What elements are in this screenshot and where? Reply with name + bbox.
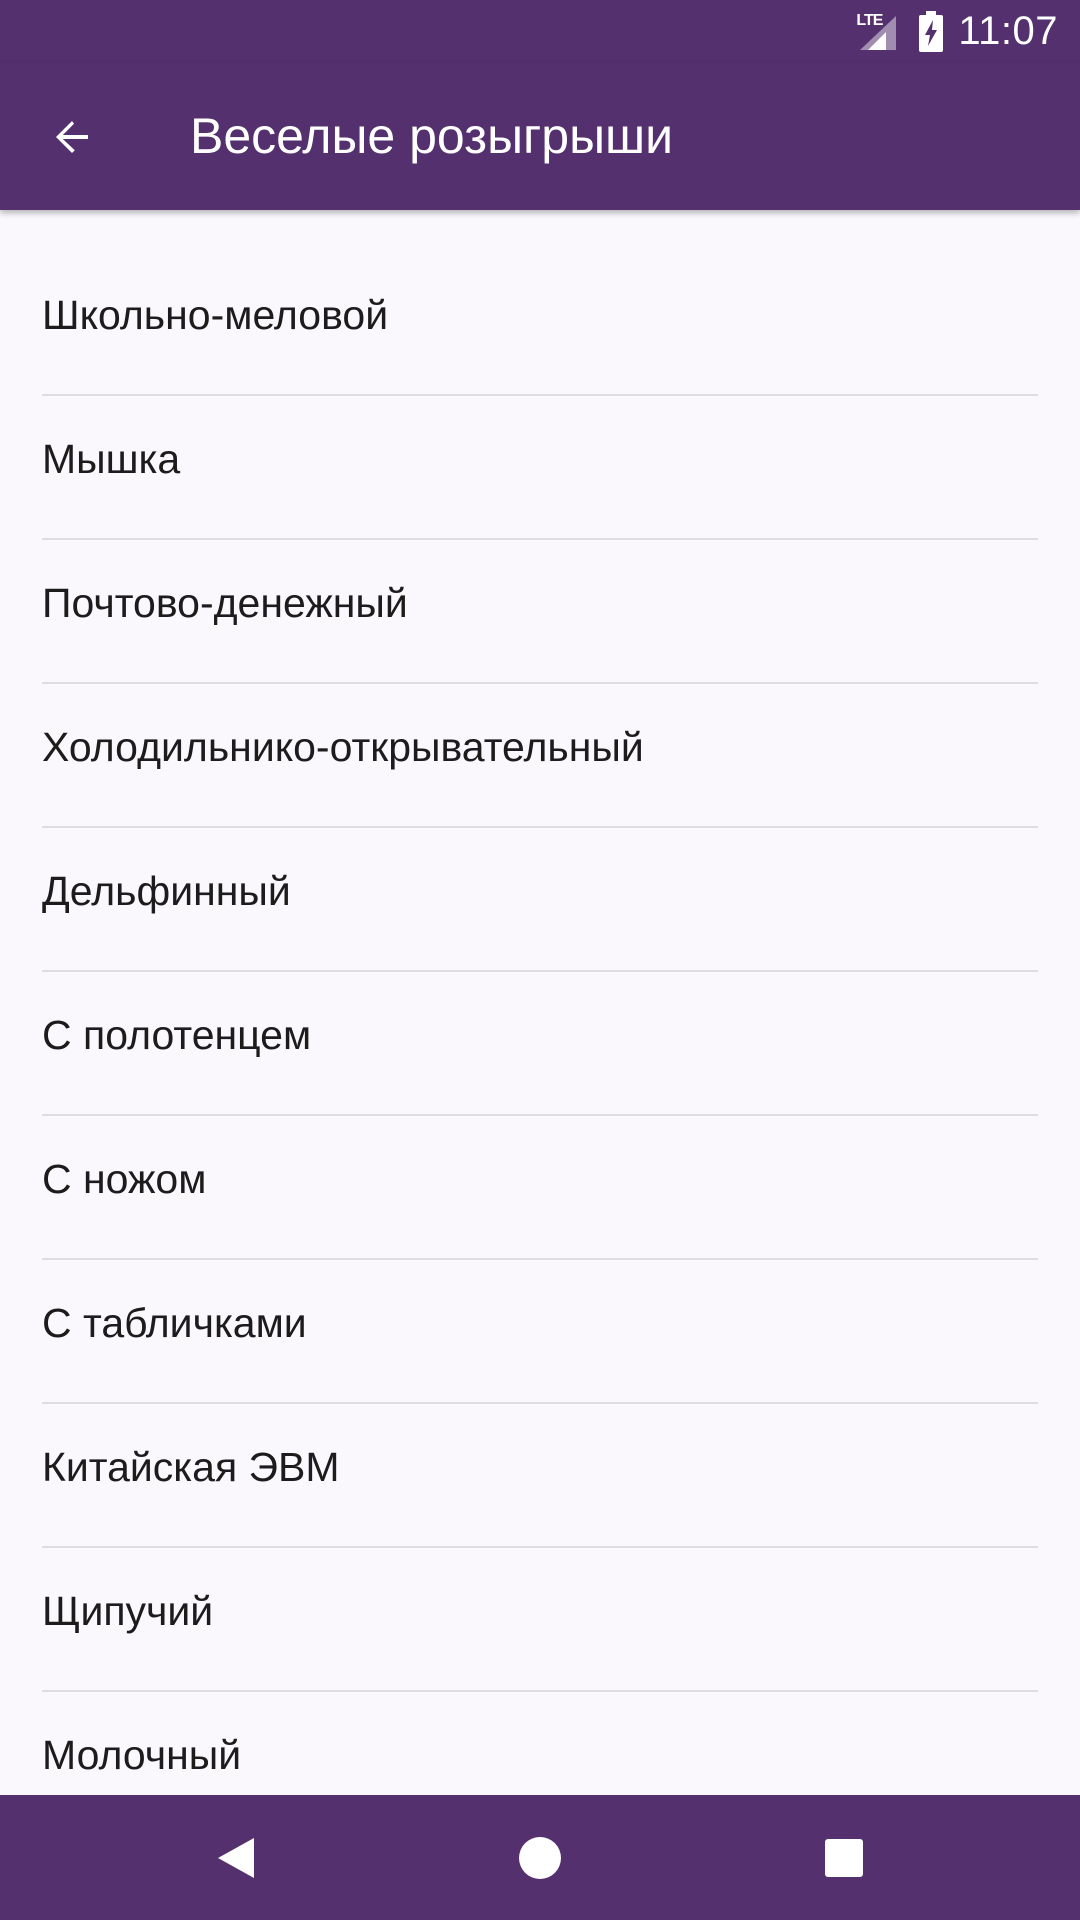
list-item-label: С табличками: [42, 1300, 307, 1346]
list-item-label: С ножом: [42, 1156, 207, 1202]
nav-back-icon: [218, 1837, 254, 1878]
list-item[interactable]: С полотенцем: [42, 972, 1038, 1116]
list-item[interactable]: С табличками: [42, 1260, 1038, 1404]
list-item-label: Мышка: [42, 436, 181, 482]
list-item[interactable]: Школьно-меловой: [42, 210, 1038, 396]
list-item-label: Почтово-денежный: [42, 580, 408, 626]
app-bar: Веселые розыгрыши: [0, 63, 1080, 210]
nav-home-button[interactable]: [480, 1795, 600, 1920]
list-item[interactable]: Мышка: [42, 396, 1038, 540]
status-time: 11:07: [958, 9, 1058, 53]
list-item[interactable]: Молочный: [42, 1692, 1038, 1795]
list-item[interactable]: Китайская ЭВМ: [42, 1404, 1038, 1548]
list-item-label: Школьно-меловой: [42, 292, 389, 338]
back-button[interactable]: [36, 101, 108, 173]
page-title: Веселые розыгрыши: [190, 108, 674, 164]
navigation-bar: [0, 1795, 1080, 1920]
list-item[interactable]: Дельфинный: [42, 828, 1038, 972]
arrow-back-icon: [56, 121, 88, 153]
list-item-label: Китайская ЭВМ: [42, 1444, 340, 1490]
status-icons: LTE 11:07: [856, 0, 1058, 63]
list-item-label: С полотенцем: [42, 1012, 312, 1058]
nav-recents-button[interactable]: [784, 1795, 904, 1920]
list-item[interactable]: С ножом: [42, 1116, 1038, 1260]
prank-list[interactable]: Школьно-меловой Мышка Почтово-денежный Х…: [0, 210, 1080, 1795]
list-item[interactable]: Щипучий: [42, 1548, 1038, 1692]
list-item[interactable]: Почтово-денежный: [42, 540, 1038, 684]
nav-recents-icon: [825, 1838, 863, 1877]
nav-back-button[interactable]: [176, 1795, 296, 1920]
lte-signal-icon: LTE: [856, 12, 904, 52]
battery-charging-icon: [918, 10, 944, 53]
status-bar: LTE 11:07: [0, 0, 1080, 63]
list-item[interactable]: Холодильнико-открывательный: [42, 684, 1038, 828]
list-item-label: Дельфинный: [42, 868, 291, 914]
list-item-label: Щипучий: [42, 1588, 214, 1634]
list-item-label: Молочный: [42, 1732, 242, 1778]
nav-home-icon: [519, 1836, 561, 1879]
list-item-label: Холодильнико-открывательный: [42, 724, 644, 770]
